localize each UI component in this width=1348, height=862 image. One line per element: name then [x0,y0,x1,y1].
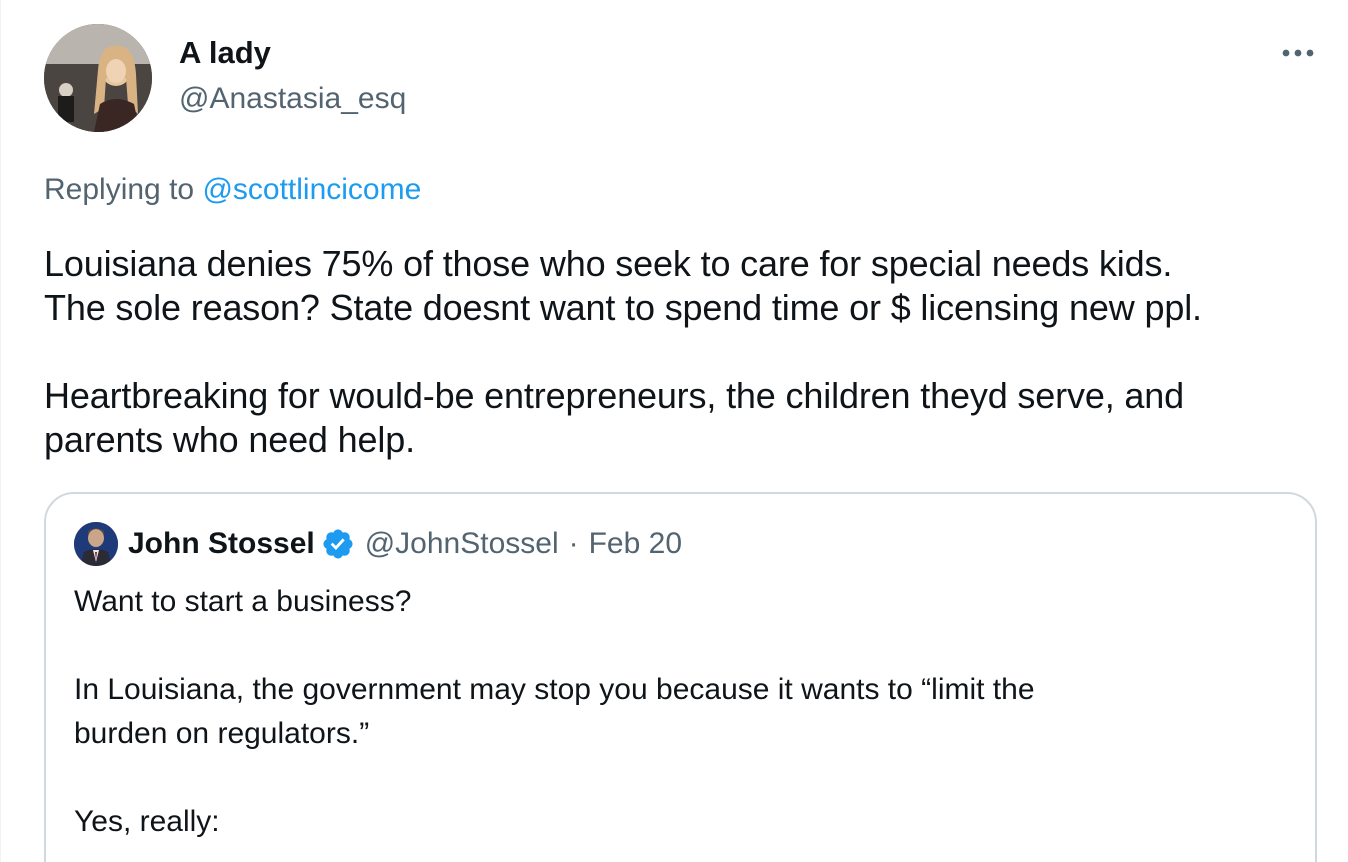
quoted-tweet-text: Want to start a business? In Louisiana, … [74,580,1284,844]
reply-mention-link[interactable]: @scottlincicome [202,173,421,206]
replying-to-label: Replying to [44,173,203,206]
quoted-author-name[interactable]: John Stossel [128,524,315,564]
quoted-text-line: Want to start a business? [74,585,412,618]
meta-separator: · [568,527,579,560]
quoted-tweet-date[interactable]: Feb 20 [589,524,682,564]
paragraph-break [74,756,1284,800]
author-handle[interactable]: @Anastasia_esq [179,80,406,118]
profile-photo-icon [74,522,118,566]
tweet-text-line: parents who need help. [44,419,415,460]
tweet-text: Louisiana denies 75% of those who seek t… [44,242,1334,462]
quoted-author-handle[interactable]: @JohnStossel [365,524,559,564]
tweet-text-line: Louisiana denies 75% of those who seek t… [44,243,1173,284]
verified-badge-icon [321,527,355,561]
quoted-tweet-header: John Stossel @JohnStossel · Feb 20 [74,522,682,566]
tweet-detail: A lady @Anastasia_esq Replying to @scott… [0,0,1348,862]
quoted-author-avatar[interactable] [74,522,118,566]
quoted-text-line: In Louisiana, the government may stop yo… [74,673,1035,706]
author-display-name[interactable]: A lady [179,34,271,72]
profile-photo-icon [44,24,152,132]
more-options-button[interactable] [1271,32,1325,74]
tweet-text-line: Heartbreaking for would-be entrepreneurs… [44,375,1185,416]
quoted-tweet-card[interactable]: John Stossel @JohnStossel · Feb 20 Want … [44,492,1317,862]
more-horizontal-icon [1282,49,1314,57]
quoted-text-line: Yes, really: [74,805,220,838]
reply-context: Replying to @scottlincicome [44,170,421,210]
author-avatar[interactable] [44,24,152,132]
paragraph-break [74,624,1284,668]
tweet-text-line: The sole reason? State doesnt want to sp… [44,287,1202,328]
quoted-text-line: burden on regulators.” [74,717,370,750]
paragraph-break [44,330,1334,374]
